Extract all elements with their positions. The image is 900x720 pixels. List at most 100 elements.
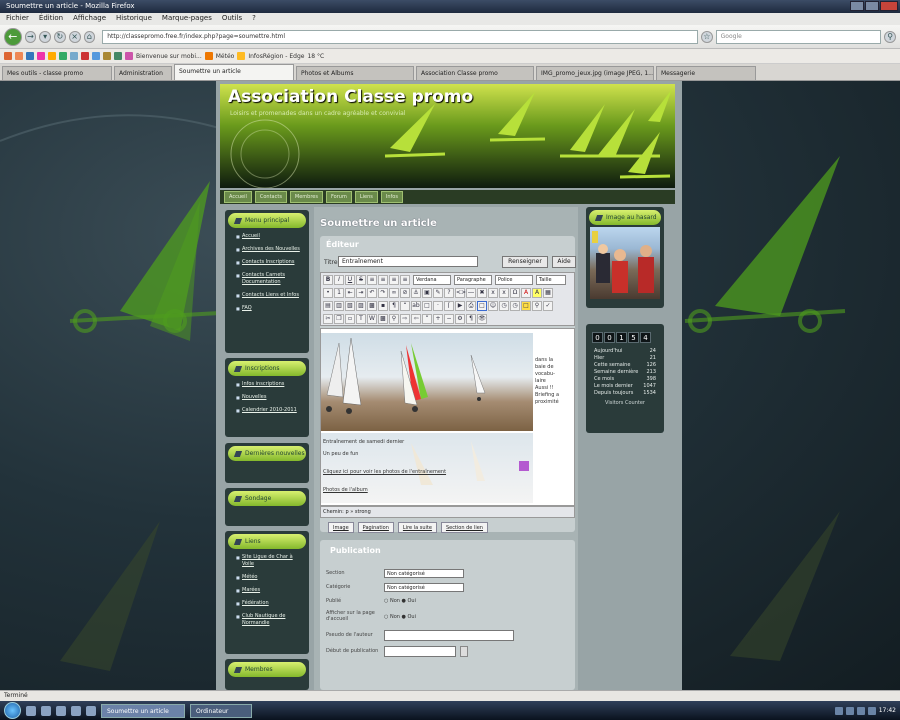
- menu-link[interactable]: Archives des Nouvelles: [236, 246, 302, 253]
- bullet-list-icon[interactable]: •: [323, 287, 333, 298]
- topnav-infos[interactable]: Infos: [380, 191, 403, 203]
- topnav-contacts[interactable]: Contacts: [254, 191, 287, 203]
- counter-footer-link[interactable]: Visitors Counter: [589, 400, 661, 406]
- hr-icon[interactable]: ―: [466, 287, 476, 298]
- menu-edition[interactable]: Édition: [39, 14, 63, 24]
- absolute-icon[interactable]: ▪: [378, 300, 388, 311]
- tab-1[interactable]: Mes outils - classe promo: [2, 66, 112, 80]
- debut-input[interactable]: [384, 646, 456, 657]
- bookmark-icon[interactable]: [204, 52, 213, 60]
- menu-link[interactable]: Contacts Inscriptions: [236, 259, 302, 266]
- cleanup-icon[interactable]: ✎: [433, 287, 443, 298]
- menu-link[interactable]: Infos inscriptions: [236, 381, 302, 388]
- radio-oui[interactable]: ● Oui: [402, 614, 416, 620]
- renseigner-button[interactable]: Renseigner: [502, 256, 548, 268]
- volume-icon[interactable]: [856, 706, 865, 715]
- bookmark-icon[interactable]: [125, 52, 133, 60]
- underline-icon[interactable]: U: [345, 274, 355, 285]
- menu-link[interactable]: Site Ligue de Char à Voile: [236, 554, 302, 568]
- strikethrough-icon[interactable]: S: [356, 274, 366, 285]
- paste-icon[interactable]: ▫: [345, 313, 355, 324]
- cut-icon[interactable]: ✂: [323, 313, 333, 324]
- insert-icon[interactable]: +: [433, 313, 443, 324]
- title-input[interactable]: Entraînement: [338, 256, 478, 267]
- inserted-landyacht-photo[interactable]: [321, 333, 533, 431]
- cite-icon[interactable]: “: [400, 300, 410, 311]
- time-icon[interactable]: ◷: [510, 300, 520, 311]
- read-more-button[interactable]: Lire la suite: [397, 522, 437, 533]
- tab-4[interactable]: Photos et Albums: [296, 66, 414, 80]
- menu-link[interactable]: Contacts Liens et Infos: [236, 292, 302, 299]
- menu-link[interactable]: Météo: [236, 574, 302, 581]
- unlink-icon[interactable]: ⊘: [400, 287, 410, 298]
- emotions-icon[interactable]: ☺: [488, 300, 498, 311]
- abbr-icon[interactable]: ab: [411, 300, 421, 311]
- preview-icon[interactable]: 👁: [477, 313, 487, 324]
- bookmark-4[interactable]: 18 °C: [307, 53, 324, 60]
- highlight-icon[interactable]: A: [532, 287, 542, 298]
- menu-link[interactable]: Accueil: [236, 233, 302, 240]
- radio-non[interactable]: ○ Non: [384, 598, 400, 604]
- date-icon[interactable]: ◷: [499, 300, 509, 311]
- menu-link[interactable]: Fédération: [236, 600, 302, 607]
- remove-format-icon[interactable]: ✖: [477, 287, 487, 298]
- font-select[interactable]: Verdana: [413, 274, 451, 285]
- html-source-icon[interactable]: <>: [455, 287, 466, 298]
- align-justify-icon[interactable]: ≡: [400, 274, 410, 285]
- url-bar[interactable]: http://classepromo.free.fr/index.php?pag…: [102, 29, 698, 44]
- site-title[interactable]: Association Classe promo: [228, 87, 473, 107]
- home-icon[interactable]: ⌂: [83, 30, 96, 43]
- taskbar-firefox[interactable]: Soumettre un article: [101, 703, 185, 718]
- menu-link[interactable]: Contacts Carnets Documentation: [236, 272, 302, 286]
- maximize-button[interactable]: [865, 1, 879, 11]
- menu-affichage[interactable]: Affichage: [73, 14, 106, 24]
- menu-aide[interactable]: ?: [252, 14, 256, 24]
- menu-link[interactable]: Calendrier 2010-2011: [236, 407, 302, 414]
- menu-marque-pages[interactable]: Marque-pages: [162, 14, 212, 24]
- menu-fichier[interactable]: Fichier: [6, 14, 29, 24]
- calendar-icon[interactable]: [460, 646, 468, 657]
- pagebreak-icon[interactable]: ⌈: [444, 300, 454, 311]
- table-col-icon[interactable]: ▥: [334, 300, 344, 311]
- bookmark-1[interactable]: Bienvenue sur mobi...: [136, 53, 202, 60]
- align-left-icon[interactable]: ≡: [367, 274, 377, 285]
- quicklaunch-icon[interactable]: [26, 705, 36, 716]
- quicklaunch-icon[interactable]: [71, 705, 81, 716]
- forward-arrow-icon[interactable]: →: [24, 30, 37, 43]
- bold-icon[interactable]: B: [323, 274, 333, 285]
- bookmark-icon[interactable]: [237, 52, 246, 60]
- select-all-icon[interactable]: ▩: [378, 313, 388, 324]
- editor-content-area[interactable]: dans la baie de vocabu- laire Aussi !! B…: [320, 328, 575, 506]
- special-char-icon[interactable]: Ω: [510, 287, 520, 298]
- rtl-icon[interactable]: ⇦: [411, 313, 421, 324]
- bookmark-icon[interactable]: [48, 52, 56, 60]
- close-button[interactable]: [880, 1, 898, 11]
- copy-icon[interactable]: ❐: [334, 313, 344, 324]
- link-icon[interactable]: ∞: [389, 287, 399, 298]
- find-icon[interactable]: ⚲: [389, 313, 399, 324]
- subscript-icon[interactable]: x: [488, 287, 498, 298]
- paste-word-icon[interactable]: W: [367, 313, 377, 324]
- nonbreaking-icon[interactable]: ·: [433, 300, 443, 311]
- table-row-icon[interactable]: ▤: [323, 300, 333, 311]
- search-icon[interactable]: ⚲: [884, 30, 897, 43]
- bookmark-icon[interactable]: [92, 52, 100, 60]
- menu-link[interactable]: Nouvelles: [236, 394, 302, 401]
- spellcheck-icon[interactable]: ✓: [543, 300, 553, 311]
- indent-icon[interactable]: ⇥: [356, 287, 366, 298]
- italic-icon[interactable]: I: [334, 274, 344, 285]
- numbered-list-icon[interactable]: 1: [334, 287, 344, 298]
- topnav-accueil[interactable]: Accueil: [224, 191, 252, 203]
- clock[interactable]: 17:42: [879, 707, 896, 714]
- topnav-forum[interactable]: Forum: [325, 191, 352, 203]
- split-cells-icon[interactable]: ▨: [356, 300, 366, 311]
- text-color-icon[interactable]: A: [521, 287, 531, 298]
- dropdown-icon[interactable]: ▾: [39, 30, 52, 43]
- fullscreen-icon[interactable]: □: [477, 300, 487, 311]
- quicklaunch-icon[interactable]: [86, 705, 96, 716]
- menu-historique[interactable]: Historique: [116, 14, 152, 24]
- bookmark-icon[interactable]: [59, 52, 67, 60]
- start-button[interactable]: [4, 702, 21, 719]
- print-icon[interactable]: ⎙: [466, 300, 476, 311]
- bookmark-icon[interactable]: [37, 52, 45, 60]
